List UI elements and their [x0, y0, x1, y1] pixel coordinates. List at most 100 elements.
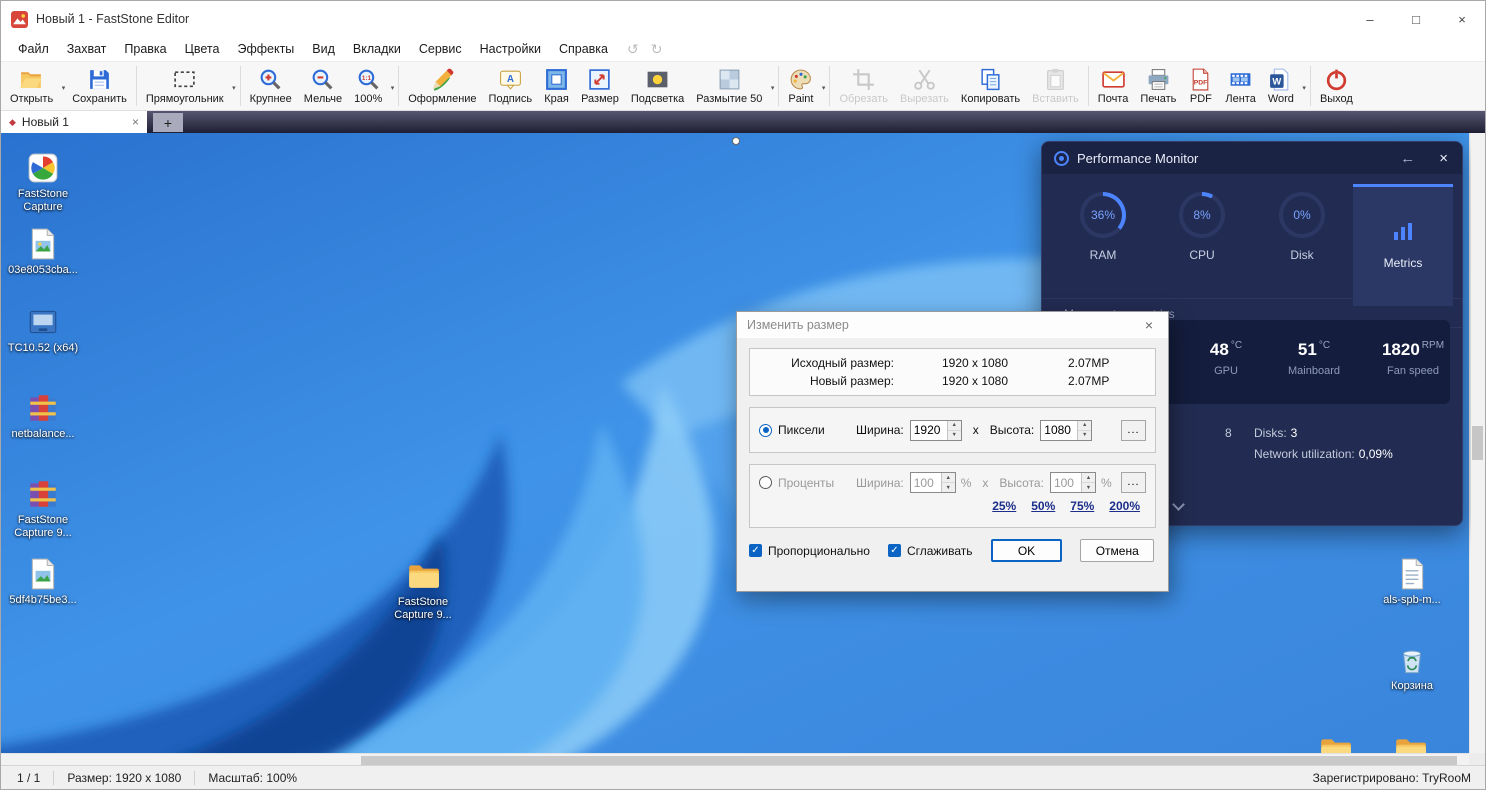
- toolbar-resize-button[interactable]: Размер: [575, 65, 625, 107]
- menu-item-colors[interactable]: Цвета: [176, 39, 229, 59]
- performance-monitor-title: Performance Monitor: [1077, 151, 1198, 166]
- desktop-icon-netbalance-archive[interactable]: netbalance...: [5, 391, 81, 441]
- toolbar-zoom-100-button[interactable]: 1:1 100% ▾: [348, 65, 395, 107]
- performance-monitor-logo-icon: [1054, 151, 1069, 166]
- step-down-icon[interactable]: ▼: [948, 431, 961, 440]
- menu-item-file[interactable]: Файл: [9, 39, 58, 59]
- vertical-scrollbar-thumb[interactable]: [1472, 426, 1483, 460]
- cpu-gauge[interactable]: 8% CPU: [1167, 192, 1237, 262]
- menu-item-service[interactable]: Сервис: [410, 39, 471, 59]
- undo-icon[interactable]: ↺: [627, 41, 639, 58]
- back-arrow-icon[interactable]: ←: [1400, 150, 1415, 167]
- panel-close-icon[interactable]: ×: [1439, 150, 1448, 167]
- toolbar-filmstrip-button[interactable]: Лента: [1219, 65, 1261, 107]
- preset-50-link[interactable]: 50%: [1031, 499, 1055, 513]
- redo-icon[interactable]: ↻: [651, 41, 663, 58]
- desktop-icon-fscapture-folder[interactable]: FastStone Capture 9...: [385, 559, 461, 622]
- ok-button[interactable]: OK: [991, 539, 1063, 562]
- blur-dropdown-icon[interactable]: ▾: [771, 84, 775, 92]
- toolbar-blur-button[interactable]: Размытие 50 ▾: [690, 65, 775, 107]
- menu-item-capture[interactable]: Захват: [58, 39, 116, 59]
- desktop-icon-folder-partial[interactable]: [1297, 733, 1373, 753]
- step-up-icon[interactable]: ▲: [948, 421, 961, 431]
- minimize-button[interactable]: –: [1347, 1, 1393, 37]
- toolbar-spotlight-button[interactable]: Подсветка: [625, 65, 690, 107]
- pixels-radio[interactable]: Пиксели: [759, 423, 856, 437]
- percent-sign: %: [961, 476, 972, 490]
- menu-item-settings[interactable]: Настройки: [471, 39, 550, 59]
- chevron-down-icon[interactable]: [1172, 498, 1185, 511]
- percent-height-input[interactable]: [1051, 473, 1081, 492]
- step-up-icon[interactable]: ▲: [1082, 473, 1095, 483]
- tab-new-1[interactable]: ◆ Новый 1 ×: [1, 111, 147, 133]
- new-tab-button[interactable]: +: [153, 113, 183, 132]
- smooth-checkbox[interactable]: ✓ Сглаживать: [888, 544, 973, 558]
- horizontal-scrollbar-thumb[interactable]: [361, 756, 1457, 765]
- step-up-icon[interactable]: ▲: [942, 473, 955, 483]
- page-indicator: 1 / 1: [11, 771, 53, 785]
- percent-more-button[interactable]: ...: [1121, 472, 1146, 493]
- menu-item-help[interactable]: Справка: [550, 39, 617, 59]
- percent-radio[interactable]: Проценты: [759, 476, 856, 490]
- vertical-scrollbar[interactable]: [1469, 133, 1485, 767]
- preset-75-link[interactable]: 75%: [1070, 499, 1094, 513]
- desktop-icon-folder-partial[interactable]: [1372, 733, 1448, 753]
- toolbar-paint-button[interactable]: Paint ▾: [782, 65, 826, 107]
- toolbar-edge-button[interactable]: Края: [538, 65, 575, 107]
- preset-200-link[interactable]: 200%: [1109, 499, 1140, 513]
- percent-width-input[interactable]: [911, 473, 941, 492]
- word-dropdown-icon[interactable]: ▾: [1302, 84, 1306, 92]
- desktop-icon-als-document[interactable]: als-spb-m...: [1374, 557, 1450, 607]
- desktop-icon-faststone-capture[interactable]: FastStone Capture: [5, 151, 81, 214]
- menu-item-tabs[interactable]: Вкладки: [344, 39, 410, 59]
- toolbar-pdf-button[interactable]: PDF PDF: [1182, 65, 1219, 107]
- desktop-icon-recycle-bin[interactable]: Корзина: [1374, 643, 1450, 693]
- rectangle-dropdown-icon[interactable]: ▾: [232, 84, 236, 92]
- metrics-tab[interactable]: Metrics: [1353, 184, 1453, 306]
- toolbar-zoom-in-button[interactable]: Крупнее: [244, 65, 298, 107]
- toolbar-exit-button[interactable]: Выход: [1314, 65, 1359, 107]
- maximize-button[interactable]: □: [1393, 1, 1439, 37]
- paint-dropdown-icon[interactable]: ▾: [822, 84, 826, 92]
- partial-stat: 8: [1225, 426, 1232, 440]
- toolbar-save-button[interactable]: Сохранить: [66, 65, 133, 107]
- dialog-titlebar[interactable]: Изменить размер ×: [737, 312, 1168, 338]
- close-button[interactable]: ×: [1439, 1, 1485, 37]
- open-dropdown-icon[interactable]: ▾: [62, 84, 66, 92]
- menu-item-view[interactable]: Вид: [303, 39, 344, 59]
- disk-gauge[interactable]: 0% Disk: [1267, 192, 1337, 262]
- pixels-more-button[interactable]: ...: [1121, 420, 1146, 441]
- toolbar-paste-button: Вставить: [1026, 65, 1085, 107]
- toolbar-open-button[interactable]: Открыть ▾: [4, 65, 66, 107]
- zoom-in-icon: [258, 67, 283, 92]
- desktop-icon-image-file[interactable]: 03e8053cba...: [5, 227, 81, 277]
- step-down-icon[interactable]: ▼: [1078, 431, 1091, 440]
- tab-close-icon[interactable]: ×: [132, 115, 139, 129]
- selection-handle[interactable]: [732, 137, 740, 145]
- step-down-icon[interactable]: ▼: [1082, 483, 1095, 492]
- desktop-icon-fscapture-archive[interactable]: FastStone Capture 9...: [5, 477, 81, 540]
- toolbar-print-button[interactable]: Печать: [1134, 65, 1182, 107]
- pixels-height-input[interactable]: [1041, 421, 1077, 440]
- desktop-icon-tc-installer[interactable]: TC10.52 (x64): [5, 305, 81, 355]
- menu-item-edit[interactable]: Правка: [115, 39, 175, 59]
- toolbar-word-button[interactable]: W Word ▾: [1262, 65, 1307, 107]
- ram-gauge[interactable]: 36% RAM: [1068, 192, 1138, 262]
- percent-width-stepper: ▲▼: [910, 472, 956, 493]
- toolbar-caption-button[interactable]: A Подпись: [483, 65, 539, 107]
- step-down-icon[interactable]: ▼: [942, 483, 955, 492]
- toolbar-zoom-out-button[interactable]: Мельче: [298, 65, 348, 107]
- preset-25-link[interactable]: 25%: [992, 499, 1016, 513]
- step-up-icon[interactable]: ▲: [1078, 421, 1091, 431]
- toolbar-draw-button[interactable]: Оформление: [402, 65, 482, 107]
- proportional-checkbox[interactable]: ✓ Пропорционально: [749, 544, 870, 558]
- cancel-button[interactable]: Отмена: [1080, 539, 1154, 562]
- dialog-close-icon[interactable]: ×: [1140, 317, 1158, 333]
- desktop-icon-image-file-2[interactable]: 5df4b75be3...: [5, 557, 81, 607]
- toolbar-copy-button[interactable]: Копировать: [955, 65, 1026, 107]
- toolbar-mail-button[interactable]: Почта: [1092, 65, 1135, 107]
- menu-item-effects[interactable]: Эффекты: [228, 39, 303, 59]
- pixels-width-input[interactable]: [911, 421, 947, 440]
- toolbar-rectangle-button[interactable]: Прямоугольник ▾: [140, 65, 237, 107]
- zoom-dropdown-icon[interactable]: ▾: [391, 84, 395, 92]
